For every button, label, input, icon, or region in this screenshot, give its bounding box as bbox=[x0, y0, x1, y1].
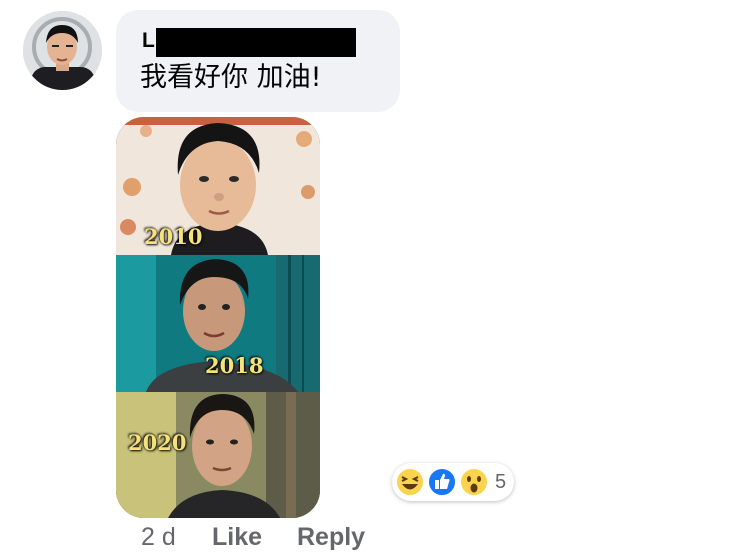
year-label-2020: 2020 bbox=[128, 430, 187, 455]
comment-bubble: L 我看好你 加油! bbox=[116, 10, 400, 112]
laugh-reaction-icon bbox=[395, 467, 425, 497]
like-reaction-icon bbox=[427, 467, 457, 497]
commenter-avatar[interactable] bbox=[23, 11, 102, 90]
comment-photo-attachment[interactable]: 2010 2018 2020 bbox=[116, 117, 320, 518]
avatar-photo bbox=[23, 11, 102, 90]
reaction-count: 5 bbox=[495, 471, 507, 493]
redacted-author-name bbox=[156, 28, 356, 57]
year-label-2010: 2010 bbox=[144, 224, 203, 249]
reply-button[interactable]: Reply bbox=[297, 522, 365, 552]
year-label-2018: 2018 bbox=[205, 353, 264, 378]
comment-timestamp[interactable]: 2 d bbox=[141, 522, 176, 552]
photo-panel-2010: 2010 bbox=[116, 117, 320, 255]
photo-panel-2020: 2020 bbox=[116, 392, 320, 518]
comment-author-name[interactable]: L bbox=[142, 29, 155, 53]
wow-reaction-icon bbox=[459, 467, 489, 497]
reactions-summary[interactable]: 5 bbox=[392, 463, 514, 501]
photo-panel-2018: 2018 bbox=[116, 255, 320, 392]
comment-text: 我看好你 加油! bbox=[140, 62, 322, 93]
like-button[interactable]: Like bbox=[212, 522, 262, 552]
portrait-2020-image bbox=[116, 392, 320, 518]
